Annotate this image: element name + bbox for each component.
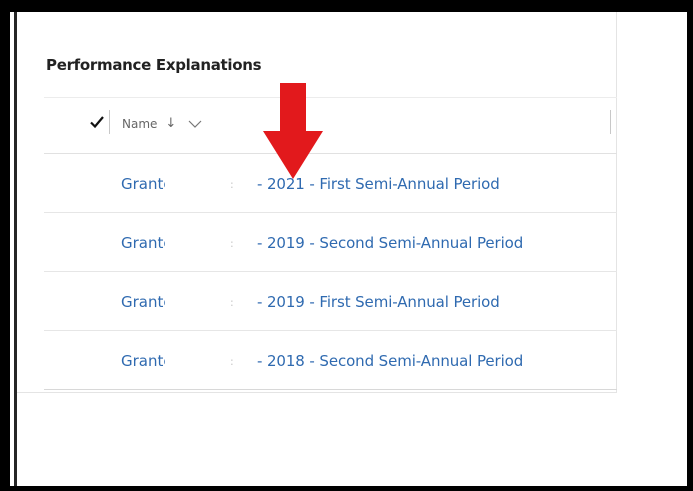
row-name-prefix[interactable]: Grante [121,293,165,311]
redaction-mark: : [230,237,234,250]
column-resize-handle[interactable] [610,110,611,134]
row-name-link[interactable]: - 2019 - Second Semi-Annual Period [257,234,523,252]
table-row[interactable]: Grante : - 2018 - Second Semi-Annual Per… [44,331,617,390]
row-name-link[interactable]: - 2019 - First Semi-Annual Period [257,293,500,311]
checkmark-icon[interactable] [90,115,104,129]
row-name-prefix[interactable]: Grante [121,234,165,252]
table-row[interactable]: Grante : - 2019 - Second Semi-Annual Per… [44,213,617,272]
row-name-prefix[interactable]: Grante [121,352,165,370]
red-arrow-annotation [263,83,323,179]
column-header-label: Name [122,116,158,131]
redaction-mark: : [230,355,234,368]
redaction-mark: : [230,296,234,309]
grid-header-row: Name ↓ [44,97,617,154]
arrow-down-icon[interactable]: ↓ [165,116,176,131]
panel-title: Performance Explanations [46,56,262,74]
grid-rows: Grante : - 2021 - First Semi-Annual Peri… [44,154,617,390]
table-row[interactable]: Grante : - 2019 - First Semi-Annual Peri… [44,272,617,331]
column-header-name[interactable]: Name ↓ [122,116,202,131]
redaction-mark: : [230,178,234,191]
row-name-link[interactable]: - 2018 - Second Semi-Annual Period [257,352,523,370]
column-separator [109,110,110,134]
table-row[interactable]: Grante : - 2021 - First Semi-Annual Peri… [44,154,617,213]
row-name-prefix[interactable]: Grante [121,175,165,193]
chevron-down-icon[interactable] [188,119,202,129]
